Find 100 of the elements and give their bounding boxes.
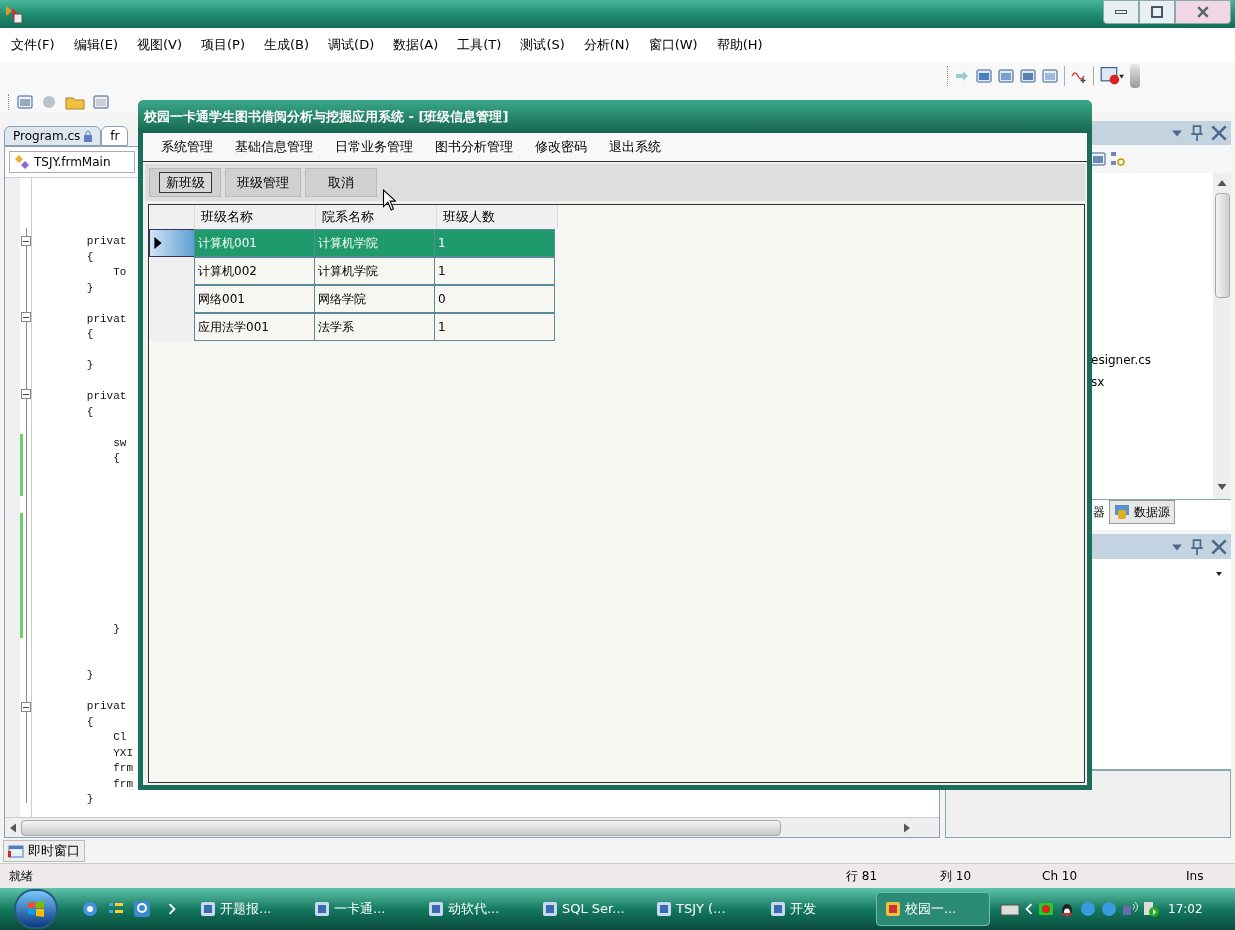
document-tab[interactable]: fr	[101, 126, 129, 146]
close-icon[interactable]	[1211, 538, 1227, 555]
pin-icon[interactable]	[1191, 538, 1203, 555]
fold-icon[interactable]	[21, 312, 31, 322]
clock: 17:02	[1168, 901, 1203, 918]
table-cell: 计算机学院	[314, 229, 435, 257]
close-icon	[1197, 6, 1209, 18]
form-title: 校园一卡通学生图书借阅分析与挖掘应用系统 - [班级信息管理]	[144, 107, 509, 126]
menu-item[interactable]: 视图(V)	[134, 35, 186, 55]
penguin-icon[interactable]	[1059, 901, 1075, 917]
menu-item[interactable]: 修改密码	[535, 137, 587, 157]
menu-item[interactable]: 测试(S)	[517, 35, 568, 55]
pin-icon[interactable]	[1191, 125, 1203, 142]
document-tab[interactable]: Program.cs	[4, 126, 102, 146]
table-cell: 1	[434, 229, 555, 257]
app-icon	[428, 901, 444, 917]
lock-icon	[84, 130, 93, 142]
table-cell: 计算机002	[194, 257, 315, 285]
menu-item[interactable]: 分析(N)	[580, 35, 633, 55]
file-item[interactable]: sx	[1091, 372, 1213, 391]
class-dropdown[interactable]: TSJY.frmMain	[9, 151, 135, 173]
taskbar-button[interactable]: 一卡通...	[306, 892, 420, 926]
minimize-button[interactable]	[1103, 0, 1139, 24]
close-button[interactable]	[1175, 0, 1231, 24]
row-header[interactable]	[149, 229, 195, 257]
menu-item[interactable]: 日常业务管理	[335, 137, 413, 157]
menu-item[interactable]: 窗口(W)	[645, 35, 701, 55]
menu-item[interactable]: 退出系统	[609, 137, 661, 157]
network-icon[interactable]	[1038, 901, 1054, 917]
app-icon	[770, 901, 786, 917]
toolbar-button[interactable]: 班级管理	[225, 168, 301, 197]
browser-icon[interactable]	[82, 901, 98, 917]
scrollbar-thumb[interactable]	[1214, 192, 1230, 298]
search-icon[interactable]	[134, 901, 150, 917]
table-cell: 网络学院	[314, 285, 435, 313]
table-cell: 计算机学院	[314, 257, 435, 285]
column-header[interactable]: 班级名称	[195, 205, 316, 229]
char-number: Ch 10	[1042, 868, 1079, 885]
immediate-window-tab[interactable]: 即时窗口	[3, 839, 85, 862]
toolbar-button[interactable]: 取消	[305, 168, 377, 197]
menu-item[interactable]: 文件(F)	[8, 35, 58, 55]
menu-item[interactable]: 项目(P)	[198, 35, 248, 55]
column-header[interactable]: 班级人数	[437, 205, 558, 229]
chevron-icon[interactable]	[168, 903, 176, 915]
dropdown-icon[interactable]	[1215, 569, 1223, 578]
bubble-icon[interactable]	[1080, 901, 1096, 917]
taskbar-button[interactable]: 开发	[762, 892, 876, 926]
taskbar-button[interactable]: 动软代...	[420, 892, 534, 926]
start-button[interactable]	[14, 889, 58, 929]
cursor-icon	[382, 189, 396, 211]
menu-item[interactable]: 编辑(E)	[70, 35, 121, 55]
app-icon	[4, 4, 24, 24]
windows-logo-icon	[26, 899, 46, 919]
play-icon[interactable]	[1143, 901, 1159, 917]
toolbar-button[interactable]: 新班级	[149, 168, 221, 197]
column-header[interactable]: 院系名称	[316, 205, 437, 229]
fold-icon[interactable]	[21, 702, 31, 712]
fold-icon[interactable]	[21, 236, 31, 246]
menu-item[interactable]: 系统管理	[161, 137, 213, 157]
taskbar-button[interactable]: 开题报...	[192, 892, 306, 926]
windows-icon[interactable]	[1042, 68, 1058, 84]
taskbar-button[interactable]: 校园一...	[876, 892, 990, 926]
close-icon[interactable]	[1211, 125, 1227, 142]
scrollbar-thumb[interactable]	[21, 819, 781, 836]
code-text: privat { To } privat { } privat { sw { } } privat { Cl YXI frm frm }	[85, 234, 134, 807]
hierarchy-icon[interactable]	[1110, 151, 1126, 168]
window-icon[interactable]	[976, 68, 992, 84]
keyboard-icon[interactable]	[1000, 901, 1020, 917]
window-icon[interactable]	[998, 68, 1014, 84]
app-icon	[885, 901, 901, 917]
insert-mode: Ins	[1186, 868, 1204, 885]
window-icon[interactable]	[17, 93, 33, 110]
menu-item[interactable]: 调试(D)	[325, 35, 378, 55]
menu-item[interactable]: 生成(B)	[261, 35, 313, 55]
wireless-icon[interactable]	[1122, 901, 1138, 917]
table-cell: 应用法学001	[194, 313, 315, 341]
menu-item[interactable]: 帮助(H)	[713, 35, 766, 55]
table-cell: 法学系	[314, 313, 435, 341]
bubble-icon[interactable]	[1101, 901, 1117, 917]
chevron-icon[interactable]	[1025, 903, 1033, 915]
taskbar-button[interactable]: TSJY (...	[648, 892, 762, 926]
window-icon[interactable]	[1020, 68, 1036, 84]
table-cell: 网络001	[194, 285, 315, 313]
restore-button[interactable]	[1139, 0, 1175, 24]
panel-tab[interactable]: 数据源	[1109, 500, 1175, 525]
file-item[interactable]: esigner.cs	[1091, 350, 1213, 369]
fold-icon[interactable]	[21, 389, 31, 399]
class-icon	[14, 154, 30, 170]
app-icon	[200, 901, 216, 917]
menu-item[interactable]: 工具(T)	[454, 35, 505, 55]
grid-icon[interactable]	[93, 93, 109, 110]
table-cell: 1	[434, 257, 555, 285]
taskbar-button[interactable]: SQL Ser...	[534, 892, 648, 926]
overflow-button[interactable]	[1130, 64, 1140, 88]
app-icon	[314, 901, 330, 917]
window-record-icon[interactable]	[1100, 66, 1124, 86]
window-icon	[8, 842, 24, 859]
menu-item[interactable]: 图书分析管理	[435, 137, 513, 157]
menu-item[interactable]: 数据(A)	[390, 35, 442, 55]
menu-item[interactable]: 基础信息管理	[235, 137, 313, 157]
